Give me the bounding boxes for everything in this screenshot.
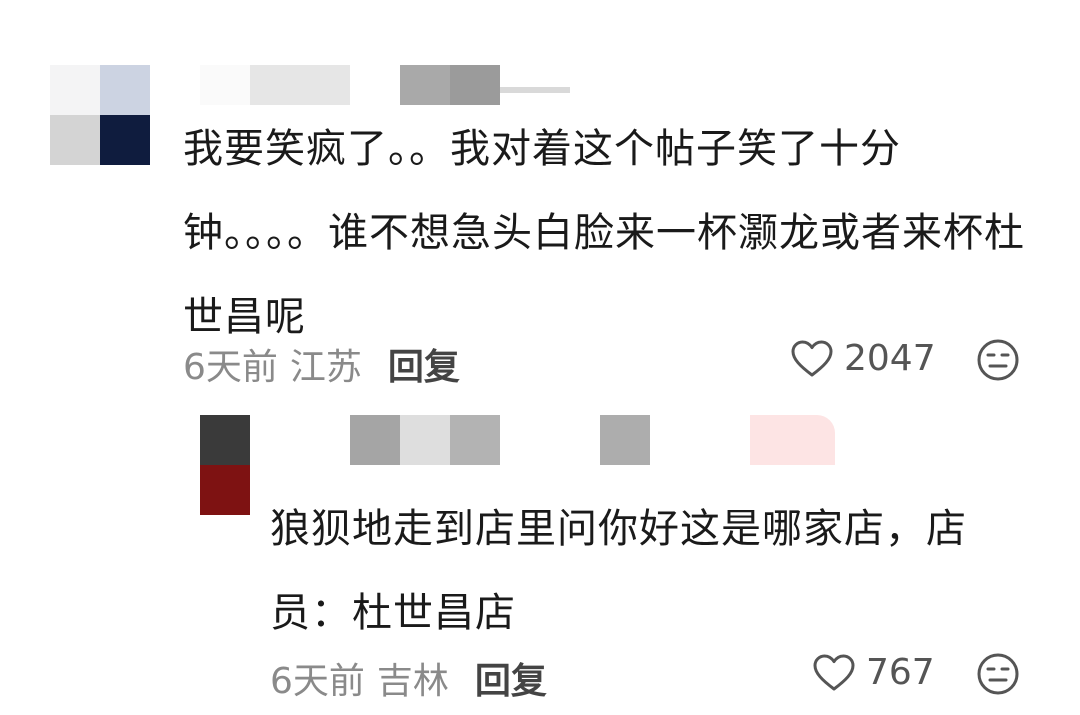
like-button[interactable]: 767 <box>812 652 935 693</box>
reply-button[interactable]: 回复 <box>388 338 460 390</box>
reply-text: 狼狈地走到店里问你好这是哪家店，店员：杜世昌店 <box>270 506 967 636</box>
like-button[interactable]: 2047 <box>790 338 936 379</box>
user-avatar[interactable] <box>50 65 150 165</box>
like-count: 767 <box>866 652 935 693</box>
comment-meta: 6天前 江苏 回复 <box>183 338 460 390</box>
comment-thread: 我要笑疯了。。我对着这个帖子笑了十分钟。。。。谁不想急头白脸来一杯灏龙或者来杯杜… <box>0 0 1080 715</box>
reply-time: 6天前 <box>270 661 365 702</box>
neutral-face-icon[interactable] <box>976 652 1020 696</box>
like-count: 2047 <box>844 338 936 379</box>
reply-location: 吉林 <box>376 661 449 702</box>
heart-outline-icon <box>813 654 855 690</box>
heart-outline-icon <box>791 340 833 376</box>
comment-location: 江苏 <box>289 347 362 388</box>
comment-text: 我要笑疯了。。我对着这个帖子笑了十分钟。。。。谁不想急头白脸来一杯灏龙或者来杯杜… <box>183 126 1025 340</box>
reply-username-redacted[interactable] <box>350 415 850 465</box>
neutral-face-icon[interactable] <box>976 338 1020 382</box>
username-redacted[interactable] <box>200 65 570 110</box>
comment-time: 6天前 <box>183 347 278 388</box>
reply-button[interactable]: 回复 <box>475 652 547 704</box>
reply-avatar[interactable] <box>200 415 250 515</box>
reply-meta: 6天前 吉林 回复 <box>270 652 547 704</box>
